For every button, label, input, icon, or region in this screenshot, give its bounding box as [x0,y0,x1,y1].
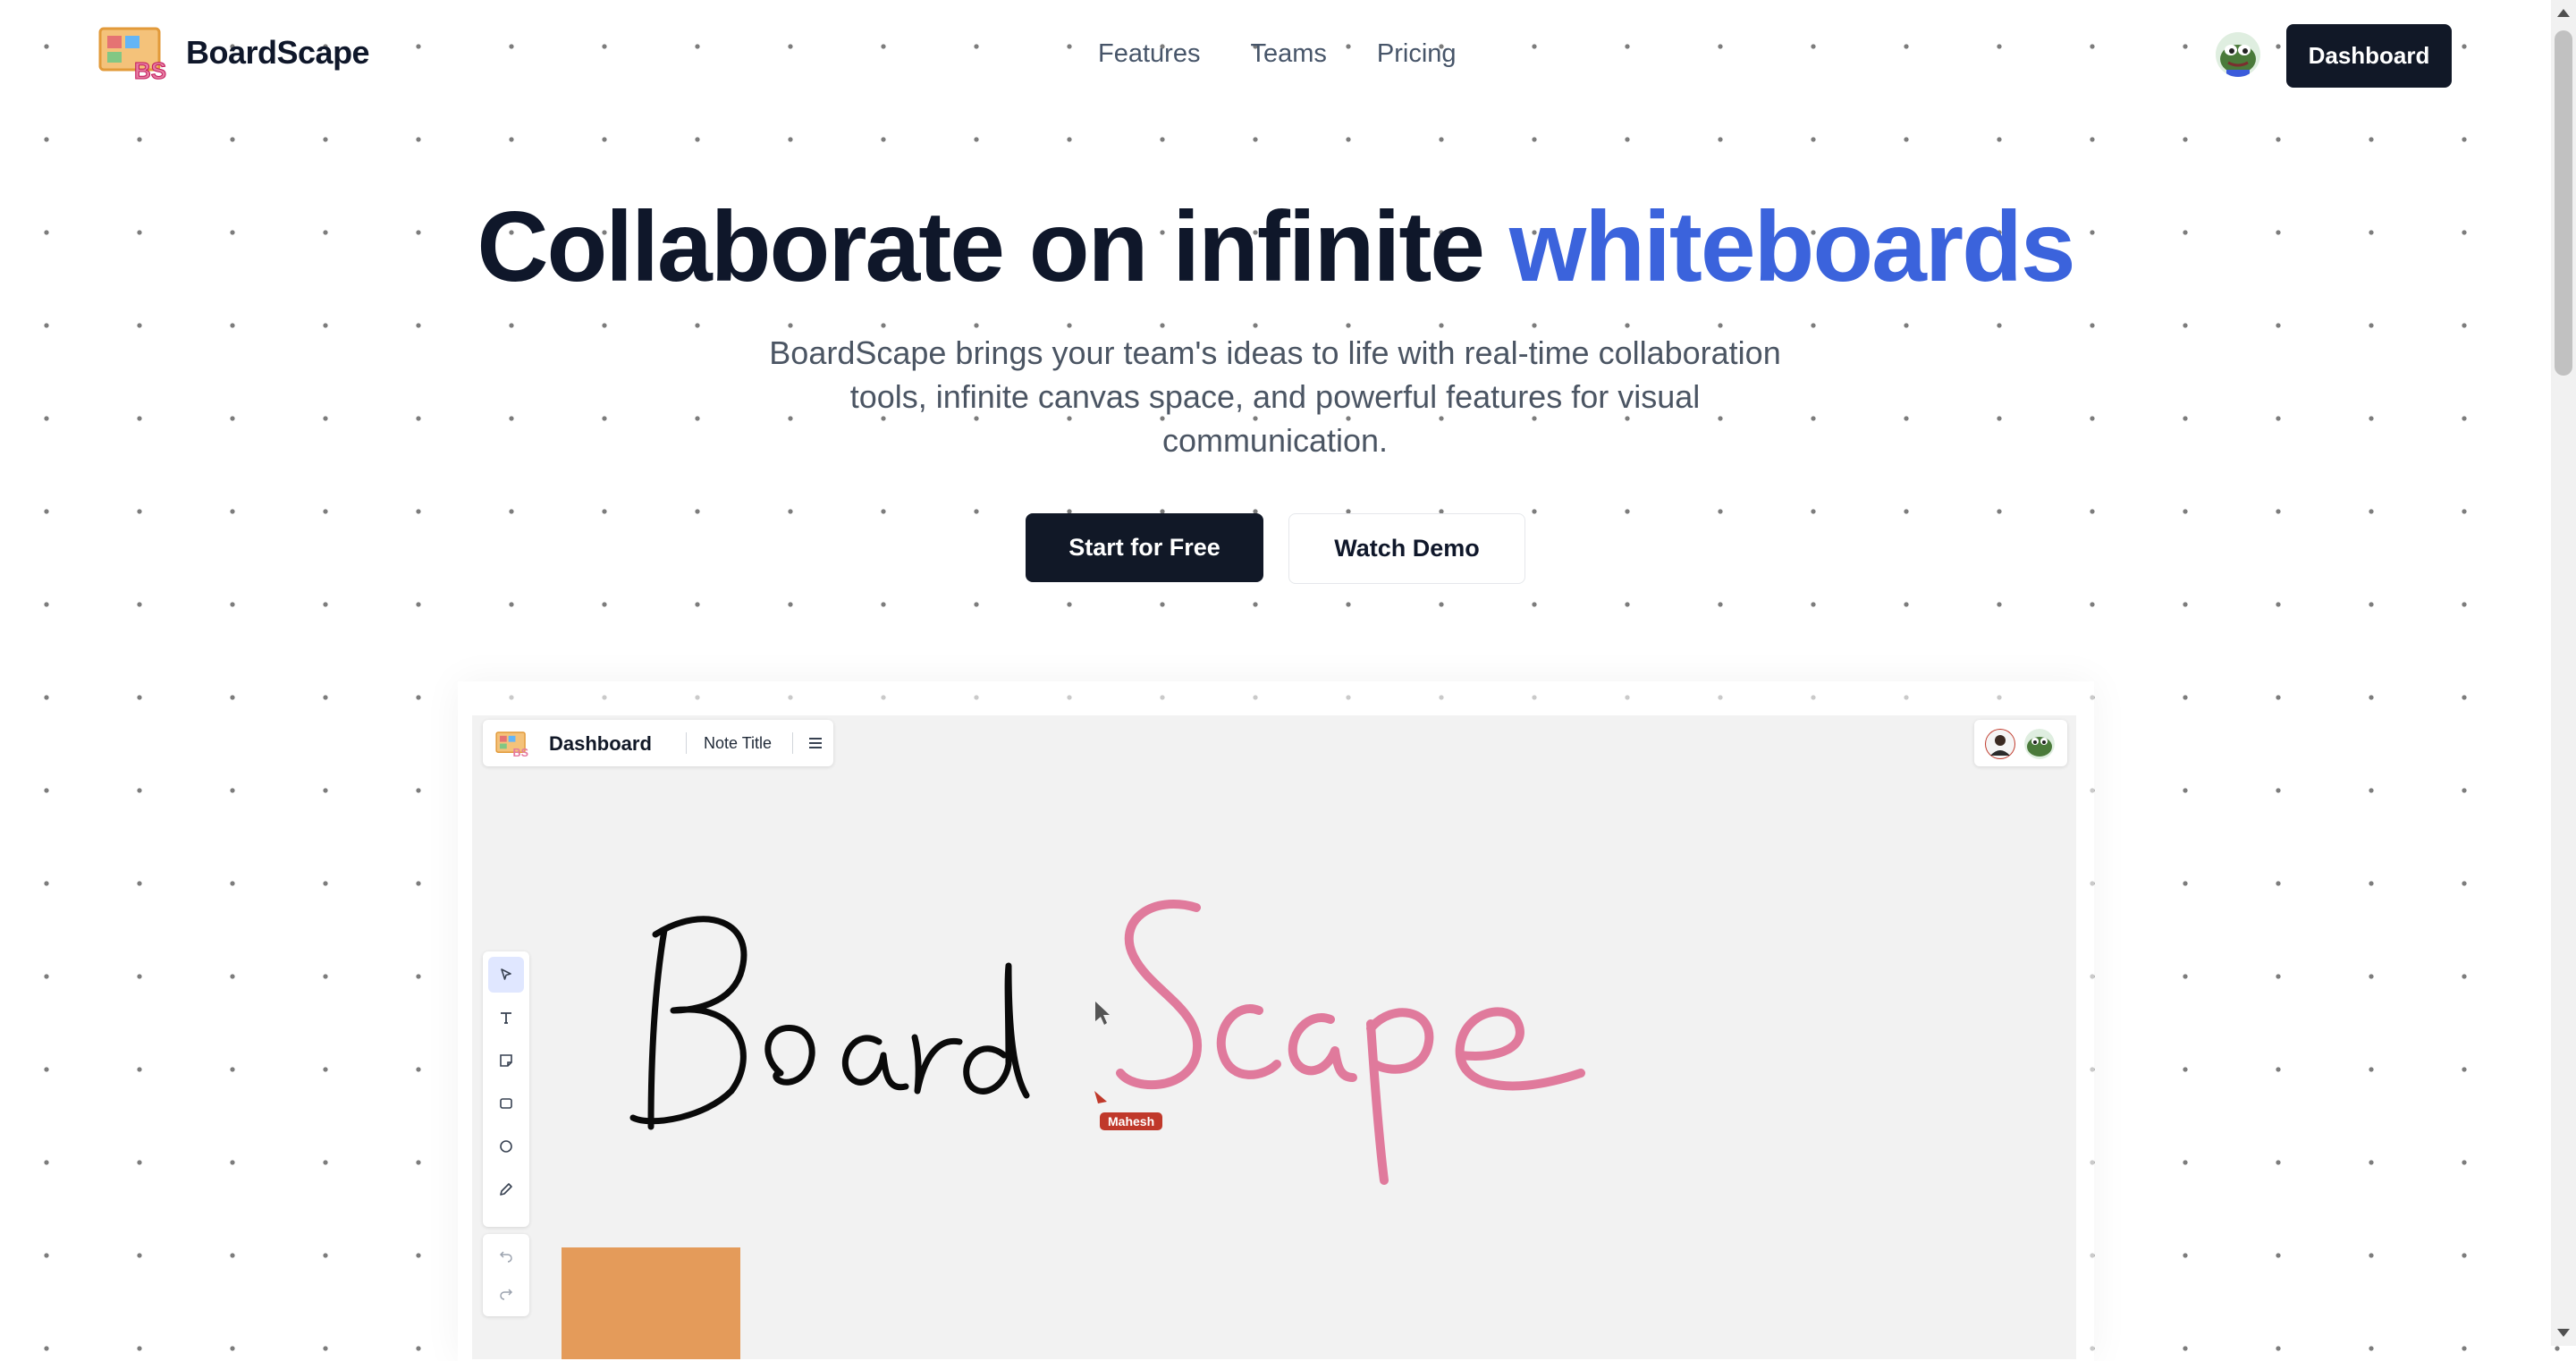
dashboard-button[interactable]: Dashboard [2286,24,2452,88]
nav-link-teams[interactable]: Teams [1250,39,1326,69]
hero-title: Collaborate on infinite whiteboards [0,190,2551,304]
board-preview: BS Dashboard Note Title Mahesh [472,715,2076,1359]
scroll-down-icon[interactable] [2557,1329,2570,1337]
landing-page: BS BoardScape Features Teams Pricing Das… [0,0,2551,1361]
nav-link-pricing[interactable]: Pricing [1377,39,1457,69]
board-word-stroke [629,916,1030,1130]
scroll-up-icon[interactable] [2557,9,2570,17]
sticky-note-icon[interactable] [488,1043,524,1078]
rectangle-icon[interactable] [488,1086,524,1121]
hero-title-accent: whiteboards [1508,191,2076,302]
user-avatar[interactable] [2216,32,2260,77]
select-icon[interactable] [488,957,524,993]
redo-icon[interactable] [488,1275,524,1311]
boardscape-logo-icon[interactable]: BS [98,27,172,85]
svg-text:BS: BS [134,57,166,82]
brand-name[interactable]: BoardScape [186,34,370,72]
mouse-pointer-icon [1095,1002,1110,1025]
watch-demo-button[interactable]: Watch Demo [1288,513,1525,584]
nav-link-features[interactable]: Features [1098,39,1200,69]
hero-subtitle: BoardScape brings your team's ideas to l… [769,334,1781,459]
tool-palette [483,951,529,1227]
page-scrollbar[interactable] [2551,0,2576,1346]
scrollbar-thumb[interactable] [2555,30,2572,376]
pencil-icon[interactable] [488,1171,524,1207]
site-header: BS BoardScape Features Teams Pricing Das… [0,0,2551,113]
sticky-note[interactable] [562,1247,740,1359]
scape-word-stroke [1116,900,1585,1185]
remote-cursor-label: Mahesh [1100,1112,1163,1130]
remote-cursor-icon [1094,1091,1107,1103]
text-icon[interactable] [488,1000,524,1036]
history-palette [483,1234,529,1316]
circle-icon[interactable] [488,1129,524,1164]
hero-title-main: Collaborate on infinite [477,191,1509,302]
start-for-free-button[interactable]: Start for Free [1026,513,1263,582]
main-nav: Features Teams Pricing [1098,39,1457,69]
undo-icon[interactable] [488,1238,524,1273]
